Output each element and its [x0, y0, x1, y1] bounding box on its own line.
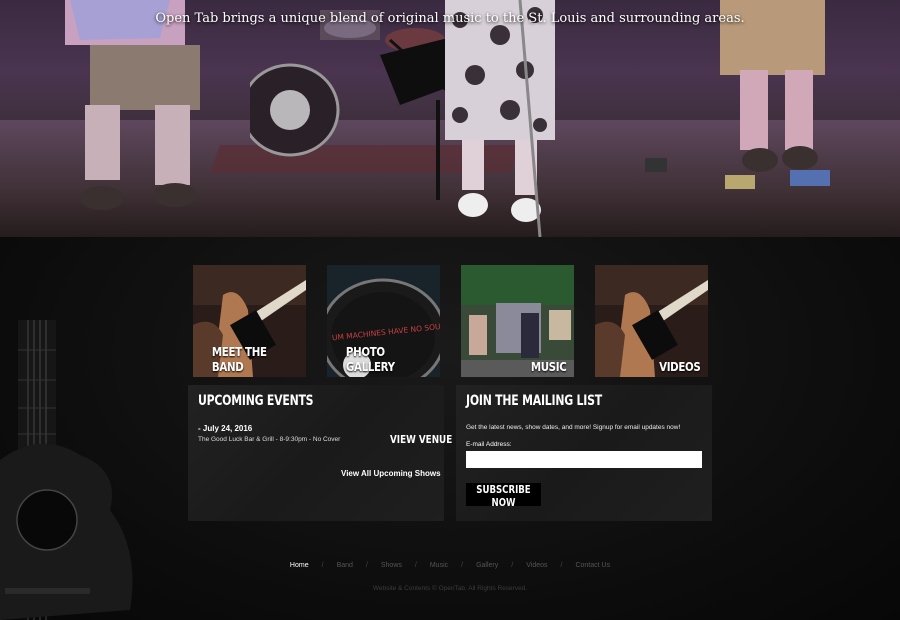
subscribe-button-label: SUBSCRIBE NOW — [476, 483, 531, 509]
footer-link-videos[interactable]: Videos — [526, 562, 547, 569]
nav-separator: / — [365, 562, 368, 569]
footer-link-gallery[interactable]: Gallery — [476, 562, 498, 569]
view-all-shows-link[interactable]: View All Upcoming Shows — [341, 469, 441, 478]
tile-music[interactable]: MUSIC — [461, 265, 574, 377]
view-venue-link[interactable]: VIEW VENUE — [390, 433, 452, 446]
tile-photo-gallery[interactable]: UM MACHINES HAVE NO SOU PHOTO GALLERY — [327, 265, 440, 377]
footer-link-contact[interactable]: Contact Us — [575, 562, 610, 569]
event-date: - July 24, 2016 — [198, 424, 253, 433]
email-input[interactable] — [466, 451, 702, 468]
tile-meet-the-band[interactable]: MEET THE BAND — [193, 265, 306, 377]
nav-separator: / — [321, 562, 324, 569]
upcoming-events-panel: UPCOMING EVENTS — [188, 385, 444, 521]
guitar-decoration-image — [0, 320, 133, 620]
copyright-text: Website & Contents © OpenTab. All Rights… — [372, 585, 528, 592]
guitarist-left-image — [65, 0, 200, 210]
tile-label: PHOTO GALLERY — [345, 344, 395, 374]
tile-label: MEET THE BAND — [211, 344, 267, 374]
hero-tagline: Open Tab brings a unique blend of origin… — [155, 11, 745, 26]
footer-link-shows[interactable]: Shows — [381, 562, 402, 569]
singer-center-image — [445, 0, 555, 237]
nav-separator: / — [414, 562, 417, 569]
hero-banner: Open Tab brings a unique blend of origin… — [0, 0, 900, 237]
nav-separator: / — [560, 562, 563, 569]
feature-tiles: MEET THE BAND UM MACHINES HAVE NO SOU PH… — [193, 265, 713, 377]
tile-videos[interactable]: VIDEOS — [595, 265, 708, 377]
tile-label: VIDEOS — [658, 359, 701, 374]
mailing-title: JOIN THE MAILING LIST — [466, 393, 602, 409]
events-title: UPCOMING EVENTS — [198, 393, 314, 409]
tile-label: MUSIC — [530, 359, 566, 374]
nav-separator: / — [461, 562, 464, 569]
pedals-image — [645, 158, 830, 189]
footer-link-home[interactable]: Home — [290, 562, 309, 569]
subscribe-button[interactable]: SUBSCRIBE NOW — [466, 483, 541, 509]
mailing-description: Get the latest news, show dates, and mor… — [466, 424, 681, 431]
nav-separator: / — [511, 562, 514, 569]
footer-link-music[interactable]: Music — [430, 562, 448, 569]
footer-link-band[interactable]: Band — [337, 562, 353, 569]
event-description: The Good Luck Bar & Grill - 8-9:30pm - N… — [198, 436, 341, 443]
email-label: E-mail Address: — [466, 441, 512, 448]
footer-nav: Home / Band / Shows / Music / Gallery / Videos / Con… — [0, 562, 900, 569]
